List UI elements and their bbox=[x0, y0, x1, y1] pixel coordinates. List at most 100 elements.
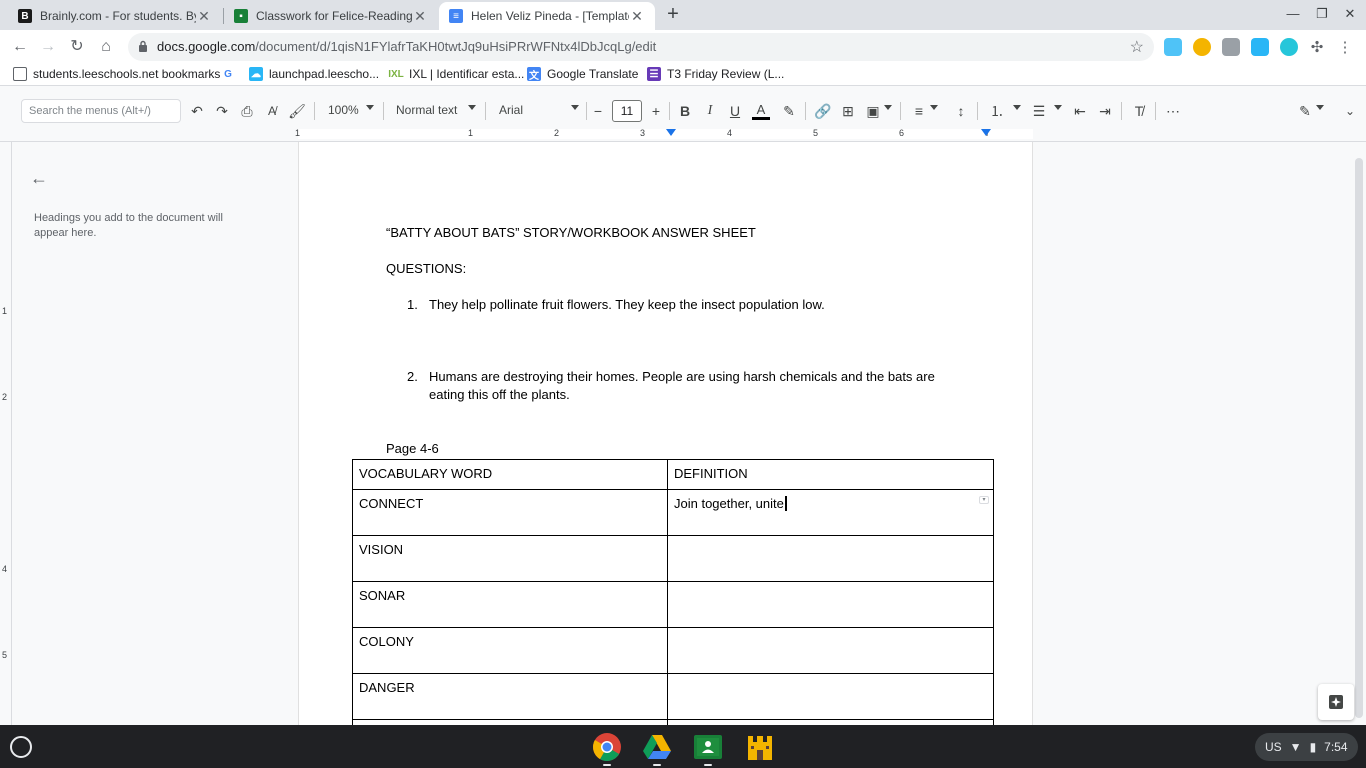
vertical-ruler[interactable]: 1 2 4 5 bbox=[0, 142, 12, 725]
line-spacing-icon[interactable]: ↕ bbox=[951, 100, 971, 122]
redo-icon[interactable]: ↷ bbox=[212, 100, 232, 122]
menu-kebab-icon[interactable]: ⋮ bbox=[1336, 38, 1354, 56]
launcher-icon[interactable] bbox=[10, 736, 32, 758]
drive-icon[interactable] bbox=[642, 732, 672, 762]
vocab-word-cell[interactable]: COLONY bbox=[352, 627, 668, 674]
bookmark-ixl[interactable]: IXL IXL | Identificar esta... bbox=[388, 67, 524, 81]
scrollbar-thumb[interactable] bbox=[1355, 158, 1363, 718]
cell-dropdown-icon[interactable]: ▾ bbox=[979, 496, 989, 504]
definition-cell[interactable] bbox=[667, 581, 994, 628]
editing-mode-icon[interactable]: ✎ bbox=[1295, 100, 1315, 122]
close-icon[interactable]: ✕ bbox=[412, 8, 428, 25]
search-menus-input[interactable]: Search the menus (Alt+/) bbox=[21, 99, 181, 123]
chevron-up-icon[interactable]: ⌄ bbox=[1340, 100, 1360, 122]
more-options-icon[interactable]: ⋯ bbox=[1163, 100, 1183, 122]
close-window-icon[interactable]: ✕ bbox=[1340, 6, 1360, 22]
definition-cell[interactable] bbox=[667, 535, 994, 582]
back-icon[interactable]: ← bbox=[10, 37, 30, 57]
style-dropdown-icon[interactable] bbox=[468, 105, 476, 110]
bookmark-t3-friday-review[interactable]: ☰ T3 Friday Review (L... bbox=[647, 67, 784, 81]
status-tray[interactable]: US ▼ ▮ 7:54 bbox=[1255, 733, 1358, 761]
close-icon[interactable]: ✕ bbox=[629, 8, 645, 25]
font-dropdown-icon[interactable] bbox=[571, 105, 579, 110]
extension-copy-icon[interactable] bbox=[1222, 38, 1240, 56]
paint-format-icon[interactable]: 🖌 bbox=[287, 100, 307, 122]
bookmark-launchpad[interactable]: ☁ launchpad.leescho... bbox=[249, 67, 379, 81]
table-header-cell[interactable]: VOCABULARY WORD bbox=[352, 459, 668, 490]
zoom-dropdown-icon[interactable] bbox=[366, 105, 374, 110]
align-dropdown-icon[interactable] bbox=[930, 105, 938, 110]
insert-image-icon[interactable]: ▣ bbox=[863, 100, 883, 122]
vertical-scrollbar[interactable] bbox=[1352, 142, 1366, 725]
definition-cell[interactable]: Join together, unite ▾ bbox=[667, 489, 994, 536]
definition-cell[interactable] bbox=[667, 627, 994, 674]
add-comment-icon[interactable]: ⊞ bbox=[838, 100, 858, 122]
italic-button[interactable]: I bbox=[701, 100, 719, 122]
increase-font-size-button[interactable]: + bbox=[648, 100, 664, 122]
minimize-icon[interactable]: — bbox=[1283, 6, 1303, 21]
vocab-word-cell[interactable]: DANGER bbox=[352, 673, 668, 720]
restore-icon[interactable]: ❐ bbox=[1312, 6, 1332, 22]
extensions-puzzle-icon[interactable]: ✣ bbox=[1308, 38, 1326, 56]
bulleted-list-dropdown-icon[interactable] bbox=[1054, 105, 1062, 110]
address-bar[interactable]: docs.google.com/document/d/1qisN1FYlafrT… bbox=[128, 33, 1154, 61]
extension-cloud-icon[interactable] bbox=[1164, 38, 1182, 56]
tab-classwork[interactable]: ▪ Classwork for Felice-Reading 1/2 ✕ bbox=[224, 2, 438, 30]
document-page[interactable]: “BATTY ABOUT BATS” STORY/WORKBOOK ANSWER… bbox=[298, 142, 1033, 725]
insert-link-icon[interactable]: 🔗 bbox=[813, 100, 833, 122]
forward-icon[interactable]: → bbox=[38, 37, 58, 57]
spellcheck-icon[interactable]: A̸ bbox=[262, 100, 282, 122]
bold-button[interactable]: B bbox=[676, 100, 694, 122]
print-icon[interactable]: ⎙ bbox=[237, 100, 257, 122]
font-select[interactable]: Arial bbox=[499, 103, 523, 117]
definition-cell[interactable] bbox=[667, 673, 994, 720]
left-indent-marker[interactable] bbox=[666, 129, 676, 136]
reload-icon[interactable]: ↻ bbox=[67, 37, 87, 57]
vocab-word-cell[interactable]: SONAR bbox=[352, 581, 668, 628]
new-tab-button[interactable]: + bbox=[662, 3, 684, 25]
bulleted-list-icon[interactable]: ☰ bbox=[1029, 100, 1049, 122]
close-outline-arrow-icon[interactable]: ← bbox=[30, 168, 48, 189]
table-header-cell[interactable]: DEFINITION bbox=[667, 459, 994, 490]
editing-mode-dropdown-icon[interactable] bbox=[1316, 105, 1324, 110]
clear-formatting-icon[interactable]: T̸ bbox=[1129, 100, 1149, 122]
underline-button[interactable]: U bbox=[726, 100, 744, 122]
decrease-font-size-button[interactable]: − bbox=[590, 100, 606, 122]
image-dropdown-icon[interactable] bbox=[884, 105, 892, 110]
vocab-word-cell[interactable]: CONNECT bbox=[352, 489, 668, 536]
highlight-color-icon[interactable]: ✎ bbox=[779, 100, 799, 122]
bookmark-label: launchpad.leescho... bbox=[269, 67, 380, 81]
decrease-indent-icon[interactable]: ⇤ bbox=[1070, 100, 1090, 122]
running-indicator bbox=[704, 764, 712, 766]
tab-brainly[interactable]: B Brainly.com - For students. By st ✕ bbox=[8, 2, 222, 30]
explore-button[interactable] bbox=[1318, 684, 1354, 720]
tab-helen-veliz-doc[interactable]: ≡ Helen Veliz Pineda - [Template] ✕ bbox=[439, 2, 655, 30]
castle-app-icon[interactable] bbox=[745, 732, 775, 762]
right-indent-marker[interactable] bbox=[981, 129, 991, 136]
horizontal-ruler[interactable]: 1 1 2 3 4 5 6 7 bbox=[0, 126, 1366, 142]
bookmark-star-icon[interactable]: ☆ bbox=[1130, 37, 1144, 57]
numbered-list-icon[interactable]: ⒈ bbox=[987, 100, 1007, 122]
bookmark-folder[interactable]: students.leeschools.net bookmarks bbox=[13, 67, 220, 81]
undo-icon[interactable]: ↶ bbox=[187, 100, 207, 122]
paragraph-style-select[interactable]: Normal text bbox=[396, 103, 457, 117]
classroom-icon[interactable] bbox=[693, 732, 723, 762]
extension-color-icon[interactable] bbox=[1193, 38, 1211, 56]
close-icon[interactable]: ✕ bbox=[196, 8, 212, 25]
bookmark-google-translate[interactable]: 文 Google Translate bbox=[527, 67, 638, 82]
numbered-list-dropdown-icon[interactable] bbox=[1013, 105, 1021, 110]
vocabulary-table: VOCABULARY WORD DEFINITION CONNECT Join … bbox=[352, 459, 994, 725]
running-indicator bbox=[603, 764, 611, 766]
chrome-icon[interactable] bbox=[592, 732, 622, 762]
extension-globe-icon[interactable] bbox=[1280, 38, 1298, 56]
home-icon[interactable]: ⌂ bbox=[96, 37, 116, 57]
align-icon[interactable]: ≡ bbox=[909, 100, 929, 122]
zoom-select[interactable]: 100% bbox=[328, 103, 359, 117]
extension-person-icon[interactable] bbox=[1251, 38, 1269, 56]
increase-indent-icon[interactable]: ⇥ bbox=[1095, 100, 1115, 122]
bookmark-google[interactable]: G bbox=[221, 67, 241, 81]
table-row: COLONY bbox=[352, 627, 994, 674]
vocab-word-cell[interactable]: VISION bbox=[352, 535, 668, 582]
font-size-input[interactable]: 11 bbox=[612, 100, 642, 122]
text-color-icon[interactable]: A bbox=[751, 100, 771, 122]
